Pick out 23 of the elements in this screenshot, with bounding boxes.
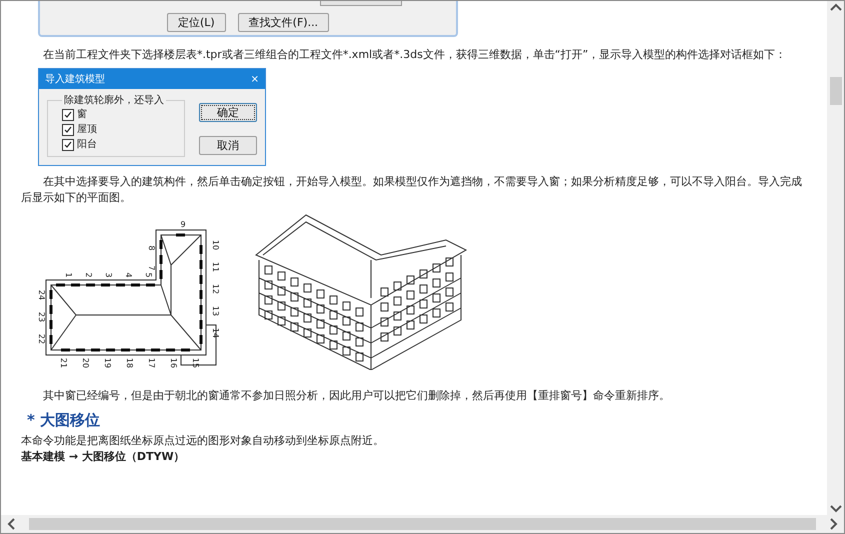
scrollbar-thumb[interactable] [830, 77, 842, 105]
menu-path: 基本建模 → 大图移位（DTYW） [21, 450, 186, 464]
checkbox[interactable] [62, 108, 74, 120]
dialog-button[interactable]: 取消 [199, 136, 257, 155]
close-button[interactable]: × [250, 74, 259, 84]
paragraph: 本命令功能是把离图纸坐标原点过远的图形对象自动移动到坐标原点附近。 [21, 433, 385, 449]
checkbox[interactable] [62, 138, 74, 150]
vertical-scrollbar[interactable] [827, 1, 844, 515]
checkbox[interactable] [62, 124, 74, 136]
checkbox-option[interactable]: 窗 [62, 107, 178, 122]
checkbox-option[interactable]: 屋顶 [62, 122, 178, 137]
checkbox-option[interactable]: 阳台 [62, 137, 178, 152]
dialog-button[interactable]: 定位(L) [166, 13, 226, 32]
dialog-title: 导入建筑模型 [45, 72, 105, 86]
horizontal-scrollbar[interactable] [1, 515, 844, 533]
section-heading: * 大图移位 [27, 410, 102, 430]
paragraph: 在当前工程文件夹下选择楼层表*.tpr或者三维组合的工程文件*.xml或者*.3ds文件，获得三维数据，单击“打开”，显示导入模型的构件选择对话框如下： [42, 47, 788, 63]
paragraph: 在其中选择要导入的建筑构件，然后单击确定按钮，开始导入模型。如果模型仅作为遮挡物，不需要导入窗；如果分析精度足够，可以不导入阳台。导入完成后显示如下的平面图。 [21, 174, 803, 206]
dialog-button[interactable]: 查找文件(F)... [238, 13, 330, 32]
paragraph: 其中窗已经编号，但是由于朝北的窗通常不参加日照分析，因此用户可以把它们删除掉，然后再使用【重排窗号】命令重新排序。 [42, 388, 671, 404]
scrollbar-thumb[interactable] [29, 518, 816, 530]
group-label: 除建筑轮廓外，还导入 [63, 94, 165, 107]
dialog-button[interactable]: 确定 [199, 103, 257, 122]
